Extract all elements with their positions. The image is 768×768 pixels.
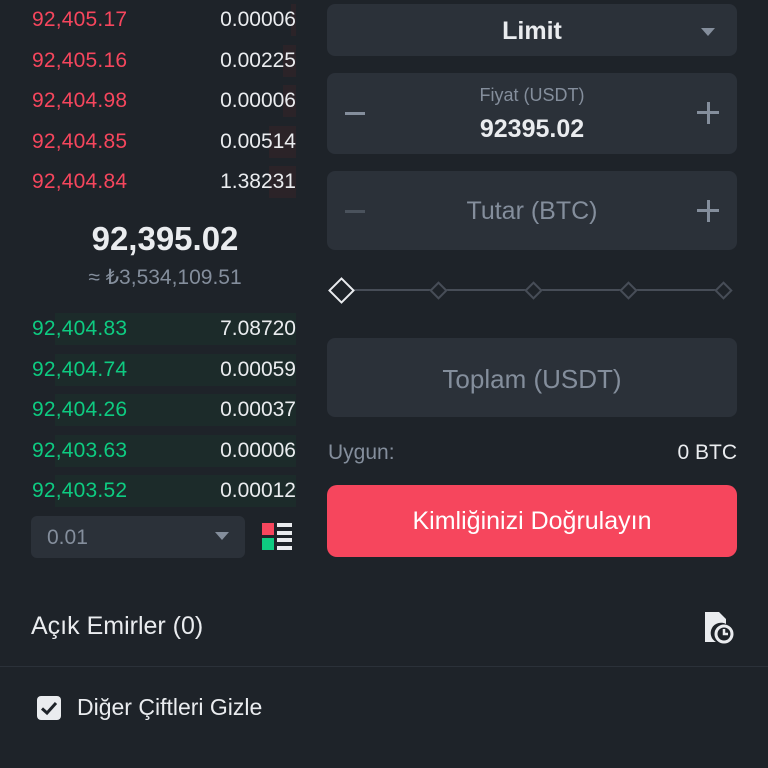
ask-quantity: 0.00514 (220, 129, 296, 153)
bid-row[interactable]: 92,403.63 0.00006 (0, 431, 300, 471)
ask-row[interactable]: 92,404.98 0.00006 (0, 81, 300, 121)
ask-quantity: 0.00225 (220, 48, 296, 72)
price-input-value: 92395.02 (479, 115, 585, 143)
ask-price: 92,405.16 (32, 48, 128, 72)
chevron-down-icon (215, 532, 229, 540)
bid-price: 92,403.63 (32, 438, 128, 462)
divider (0, 666, 768, 667)
price-step-select[interactable]: 0.01 (31, 516, 245, 558)
available-label: Uygun: (328, 441, 395, 464)
price-input-label: Fiyat (USDT) (479, 85, 585, 105)
ask-price: 92,404.84 (32, 170, 128, 193)
slider-tick-25[interactable] (429, 281, 448, 300)
slider-tick-100[interactable] (714, 281, 733, 300)
bid-row[interactable]: 92,403.52 0.00012 (0, 471, 300, 511)
bid-quantity: 0.00012 (220, 479, 296, 502)
last-price-fiat: ≈ ₺3,534,109.51 (88, 266, 242, 289)
ask-price: 92,404.98 (32, 89, 128, 112)
bid-row[interactable]: 92,404.26 0.00037 (0, 390, 300, 430)
ask-price: 92,404.85 (32, 129, 128, 153)
order-type-label: Limit (502, 17, 562, 45)
bid-price: 92,404.74 (32, 357, 128, 381)
price-input[interactable]: Fiyat (USDT) 92395.02 (327, 73, 737, 154)
price-step-value: 0.01 (47, 526, 88, 549)
available-value: 0 BTC (677, 441, 737, 464)
bid-quantity: 0.00006 (220, 438, 296, 462)
bid-price: 92,404.83 (32, 317, 128, 340)
ask-row[interactable]: 92,405.16 0.00225 (0, 41, 300, 81)
verify-identity-button[interactable]: Kimliğinizi Doğrulayın (327, 485, 737, 557)
order-history-icon[interactable] (702, 610, 734, 644)
verify-identity-label: Kimliğinizi Doğrulayın (412, 507, 652, 535)
slider-tick-50[interactable] (524, 281, 543, 300)
ask-row[interactable]: 92,404.85 0.00514 (0, 122, 300, 162)
bid-price: 92,404.26 (32, 398, 128, 421)
plus-icon[interactable] (697, 200, 719, 222)
total-input[interactable]: Toplam (USDT) (327, 338, 737, 417)
amount-placeholder: Tutar (BTC) (466, 197, 598, 225)
amount-slider[interactable] (328, 277, 734, 304)
last-price: 92,395.02 (91, 220, 239, 257)
bid-quantity: 7.08720 (220, 317, 296, 340)
orderbook-layout-icon[interactable] (262, 523, 292, 551)
slider-tick-75[interactable] (619, 281, 638, 300)
hide-other-pairs-label[interactable]: Diğer Çiftleri Gizle (77, 694, 262, 721)
bid-row[interactable]: 92,404.74 0.00059 (0, 350, 300, 390)
ask-row[interactable]: 92,404.84 1.38231 (0, 162, 300, 202)
ask-price: 92,405.17 (32, 8, 128, 31)
checkbox-checked-icon[interactable] (37, 696, 61, 720)
ask-quantity: 0.00006 (220, 8, 296, 31)
bid-price: 92,403.52 (32, 479, 128, 502)
bid-quantity: 0.00037 (220, 398, 296, 421)
total-placeholder: Toplam (USDT) (442, 364, 622, 394)
amount-input[interactable]: Tutar (BTC) (327, 171, 737, 250)
open-orders-title[interactable]: Açık Emirler (0) (31, 612, 203, 641)
ask-quantity: 0.00006 (220, 89, 296, 112)
ask-row[interactable]: 92,405.17 0.00006 (0, 0, 300, 40)
bid-quantity: 0.00059 (220, 357, 296, 381)
order-type-select[interactable]: Limit (327, 4, 737, 56)
plus-icon[interactable] (697, 102, 719, 124)
bid-row[interactable]: 92,404.83 7.08720 (0, 309, 300, 349)
ask-quantity: 1.38231 (220, 170, 296, 193)
slider-handle[interactable] (328, 277, 355, 304)
chevron-down-icon (701, 28, 715, 36)
